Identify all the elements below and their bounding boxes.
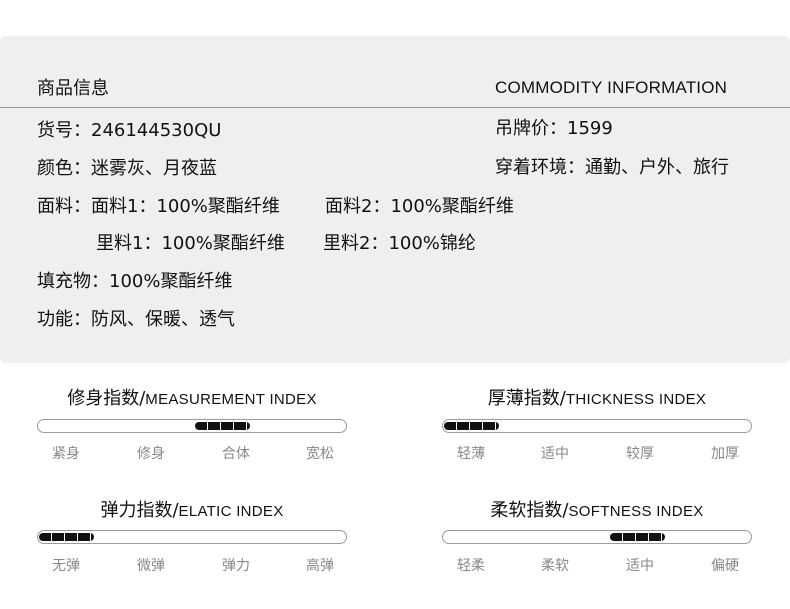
filling: 填充物：100%聚酯纤维 bbox=[37, 271, 233, 292]
index-title-cn: 修身指数/ bbox=[67, 388, 146, 409]
index-title: 柔软指数/SOFTNESS INDEX bbox=[442, 500, 752, 523]
index-label: 柔软 bbox=[541, 558, 569, 574]
lining-2: 里料2：100%锦纶 bbox=[323, 233, 476, 254]
index-title-en: ELATIC INDEX bbox=[178, 503, 284, 520]
index-label: 宽松 bbox=[306, 446, 334, 462]
commodity-info-card: 商品信息 COMMODITY INFORMATION 货号：246144530Q… bbox=[0, 36, 790, 363]
index-label: 无弹 bbox=[52, 558, 80, 574]
index-label: 偏硬 bbox=[711, 558, 739, 574]
color-options: 颜色：迷雾灰、月夜蓝 bbox=[37, 158, 217, 179]
index-title: 厚薄指数/THICKNESS INDEX bbox=[442, 388, 752, 411]
index-label: 弹力 bbox=[222, 558, 250, 574]
index-label: 合体 bbox=[222, 446, 250, 462]
index-label: 紧身 bbox=[52, 446, 80, 462]
lining-1: 里料1：100%聚酯纤维 bbox=[96, 233, 285, 254]
index-label: 适中 bbox=[541, 446, 569, 462]
index-label: 轻柔 bbox=[457, 558, 485, 574]
index-fill bbox=[39, 533, 94, 541]
index-fill bbox=[444, 422, 499, 430]
index-track bbox=[442, 530, 752, 544]
item-number: 货号：246144530QU bbox=[37, 120, 222, 141]
index-label: 修身 bbox=[137, 446, 165, 462]
index-label: 高弹 bbox=[306, 558, 334, 574]
index-title-cn: 柔软指数/ bbox=[490, 500, 569, 521]
index-label: 较厚 bbox=[626, 446, 654, 462]
index-title-en: SOFTNESS INDEX bbox=[568, 503, 704, 520]
index-labels: 轻柔 柔软 适中 偏硬 bbox=[442, 557, 752, 577]
index-title: 修身指数/MEASUREMENT INDEX bbox=[37, 388, 347, 411]
index-title: 弹力指数/ELATIC INDEX bbox=[37, 500, 347, 523]
index-labels: 轻薄 适中 较厚 加厚 bbox=[442, 445, 752, 465]
index-label: 适中 bbox=[626, 558, 654, 574]
info-title-en: COMMODITY INFORMATION bbox=[495, 78, 728, 97]
wearing-scene: 穿着环境：通勤、户外、旅行 bbox=[495, 157, 729, 178]
index-fill bbox=[195, 422, 251, 430]
info-title: 商品信息 bbox=[37, 78, 109, 99]
index-labels: 无弹 微弹 弹力 高弹 bbox=[37, 557, 347, 577]
index-track bbox=[37, 419, 347, 433]
index-title-cn: 弹力指数/ bbox=[100, 500, 179, 521]
index-title-en: THICKNESS INDEX bbox=[565, 391, 707, 408]
index-track bbox=[442, 419, 752, 433]
index-label: 微弹 bbox=[137, 558, 165, 574]
index-label: 轻薄 bbox=[457, 446, 485, 462]
index-title-en: MEASUREMENT INDEX bbox=[145, 391, 317, 408]
fabric-1: 面料：面料1：100%聚酯纤维 bbox=[37, 196, 280, 217]
fabric-2: 面料2：100%聚酯纤维 bbox=[325, 196, 514, 217]
index-title-cn: 厚薄指数/ bbox=[487, 388, 566, 409]
index-labels: 紧身 修身 合体 宽松 bbox=[37, 445, 347, 465]
index-track bbox=[37, 530, 347, 544]
tag-price: 吊牌价：1599 bbox=[495, 118, 613, 139]
function: 功能：防风、保暖、透气 bbox=[37, 309, 235, 330]
info-header: 商品信息 COMMODITY INFORMATION bbox=[0, 36, 790, 108]
index-label: 加厚 bbox=[711, 446, 739, 462]
index-fill bbox=[609, 533, 665, 541]
